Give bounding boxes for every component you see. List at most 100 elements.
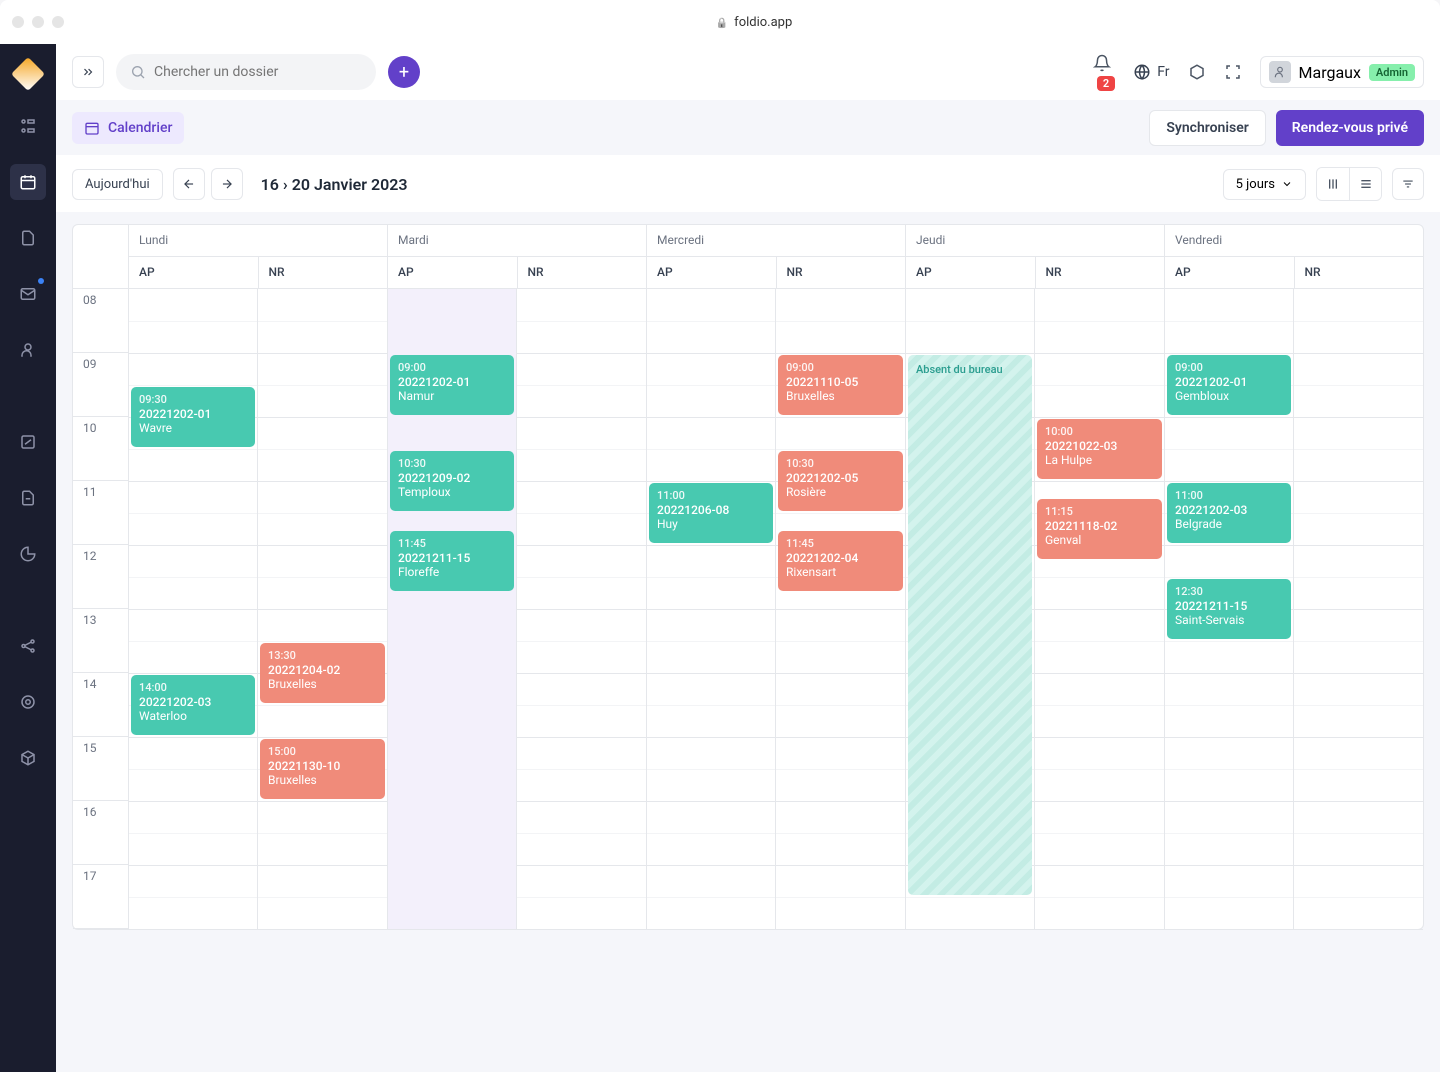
calendar-event[interactable]: 14:0020221202-03Waterloo (131, 675, 255, 735)
search-input[interactable] (154, 64, 362, 80)
prev-button[interactable] (173, 168, 205, 200)
sidebar-nav-target[interactable] (10, 684, 46, 720)
event-location: Namur (398, 389, 506, 403)
column-header: NR (517, 257, 647, 288)
calendar-event[interactable]: 10:0020221022-03La Hulpe (1037, 419, 1162, 479)
day-column: VendrediAPNR09:0020221202-01Gembloux11:0… (1165, 225, 1423, 929)
event-title: 20221204-02 (268, 663, 377, 677)
app-logo[interactable] (14, 60, 42, 88)
calendar-event[interactable]: 13:3020221204-02Bruxelles (260, 643, 385, 703)
event-location: Rosière (786, 485, 895, 499)
sidebar-nav-messages[interactable] (10, 276, 46, 312)
sidebar-nav-stats[interactable] (10, 536, 46, 572)
browser-chrome: foldio.app (0, 0, 1440, 44)
today-button[interactable]: Aujourd'hui (72, 169, 163, 200)
sidebar-nav-package[interactable] (10, 740, 46, 776)
slot-column[interactable]: Absent du bureau (906, 289, 1035, 929)
sidebar-nav-share[interactable] (10, 628, 46, 664)
sync-button[interactable]: Synchroniser (1149, 110, 1265, 146)
calendar-event[interactable]: 11:4520221202-04Rixensart (778, 531, 903, 591)
help-button[interactable] (1188, 63, 1206, 81)
sidebar-nav-dashboard[interactable] (10, 108, 46, 144)
view-range-select[interactable]: 5 jours (1223, 169, 1306, 200)
calendar-event[interactable]: 11:0020221206-08Huy (649, 483, 773, 543)
private-appointment-button[interactable]: Rendez-vous privé (1276, 110, 1424, 146)
calendar-event[interactable]: 09:0020221202-01Namur (390, 355, 514, 415)
event-title: 20221130-10 (268, 759, 377, 773)
globe-icon (1133, 63, 1151, 81)
user-menu[interactable]: Margaux Admin (1260, 56, 1424, 88)
slot-column[interactable]: 09:3020221202-01Wavre 14:0020221202-03Wat… (129, 289, 258, 929)
event-title: 20221022-03 (1045, 439, 1154, 453)
event-time: 11:15 (1045, 505, 1154, 518)
event-time: 09:00 (398, 361, 506, 374)
slot-column[interactable]: 09:0020221202-01Gembloux 11:0020221202-03… (1165, 289, 1294, 929)
username-label: Margaux (1299, 63, 1361, 82)
absent-block[interactable]: Absent du bureau (908, 355, 1032, 895)
sidebar-nav-users[interactable] (10, 332, 46, 368)
event-time: 11:00 (657, 489, 765, 502)
calendar-event[interactable]: 15:0020221130-10Bruxelles (260, 739, 385, 799)
slot-column[interactable]: 10:0020221022-03La Hulpe 11:1520221118-02… (1035, 289, 1164, 929)
sidebar-nav-calendar[interactable] (10, 164, 46, 200)
search-box[interactable] (116, 54, 376, 90)
event-location: Wavre (139, 421, 247, 435)
event-title: 20221202-04 (786, 551, 895, 565)
calendar-event[interactable]: 09:0020221110-05Bruxelles (778, 355, 903, 415)
day-header: Mardi (388, 225, 646, 257)
column-header: NR (1035, 257, 1165, 288)
event-title: 20221202-01 (139, 407, 247, 421)
sidebar-nav-files[interactable] (10, 220, 46, 256)
slot-column[interactable]: 09:0020221110-05Bruxelles 10:3020221202-0… (776, 289, 905, 929)
column-header: NR (258, 257, 388, 288)
calendar-event[interactable]: 12:3020221211-15Saint-Servais (1167, 579, 1291, 639)
filter-button[interactable] (1392, 168, 1424, 200)
event-title: 20221211-15 (398, 551, 506, 565)
sidebar-nav-documents[interactable] (10, 480, 46, 516)
event-location: Bruxelles (786, 389, 895, 403)
next-button[interactable] (211, 168, 243, 200)
close-window-icon[interactable] (12, 16, 24, 28)
notifications-button[interactable]: 2 (1093, 54, 1115, 91)
event-title: 20221202-03 (1175, 503, 1283, 517)
avatar-icon (1269, 61, 1291, 83)
slot-column[interactable] (1294, 289, 1423, 929)
day-header: Vendredi (1165, 225, 1423, 257)
calendar-event[interactable]: 09:3020221202-01Wavre (131, 387, 255, 447)
slot-column[interactable]: 13:3020221204-02Bruxelles 15:0020221130-1… (258, 289, 387, 929)
day-column: LundiAPNR09:3020221202-01Wavre14:0020221… (129, 225, 388, 929)
event-time: 13:30 (268, 649, 377, 662)
calendar-event[interactable]: 09:0020221202-01Gembloux (1167, 355, 1291, 415)
event-time: 11:45 (398, 537, 506, 550)
calendar-chip[interactable]: Calendrier (72, 112, 184, 144)
event-title: 20221110-05 (786, 375, 895, 389)
event-time: 14:00 (139, 681, 247, 694)
sidebar-nav-coupons[interactable] (10, 424, 46, 460)
time-label: 08 (73, 289, 128, 353)
url-bar[interactable]: foldio.app (80, 8, 1428, 36)
event-time: 09:00 (1175, 361, 1283, 374)
add-button[interactable]: + (388, 56, 420, 88)
calendar-event[interactable]: 10:3020221209-02Temploux (390, 451, 514, 511)
column-header: AP (388, 257, 517, 288)
maximize-window-icon[interactable] (52, 16, 64, 28)
calendar-label: Calendrier (108, 120, 172, 136)
view-columns-button[interactable] (1317, 168, 1349, 200)
fullscreen-button[interactable] (1224, 63, 1242, 81)
calendar-event[interactable]: 11:4520221211-15Floreffe (390, 531, 514, 591)
minimize-window-icon[interactable] (32, 16, 44, 28)
day-column: MardiAPNR 09:0020221202-01Namur 10:3020221… (388, 225, 647, 929)
time-label: 11 (73, 481, 128, 545)
slot-column[interactable]: 11:0020221206-08Huy (647, 289, 776, 929)
calendar-event[interactable]: 11:0020221202-03Belgrade (1167, 483, 1291, 543)
view-list-button[interactable] (1349, 168, 1381, 200)
event-time: 15:00 (268, 745, 377, 758)
language-button[interactable]: Fr (1133, 63, 1169, 81)
column-header: AP (906, 257, 1035, 288)
calendar-event[interactable]: 10:3020221202-05Rosière (778, 451, 903, 511)
slot-column[interactable] (517, 289, 646, 929)
slot-column[interactable]: 09:0020221202-01Namur 10:3020221209-02Tem… (388, 289, 517, 929)
filter-icon (1401, 177, 1415, 191)
calendar-event[interactable]: 11:1520221118-02Genval (1037, 499, 1162, 559)
collapse-sidebar-button[interactable] (72, 56, 104, 88)
